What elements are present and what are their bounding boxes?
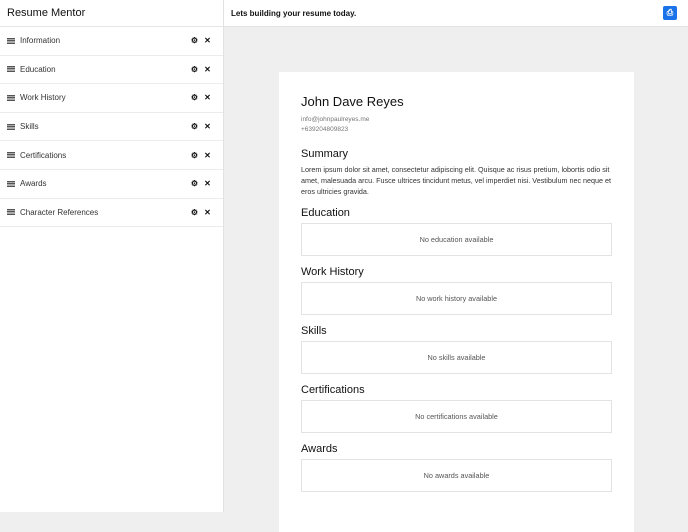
- top-bar: Lets building your resume today. ⎙: [224, 0, 688, 27]
- certifications-heading: Certifications: [301, 384, 365, 396]
- summary-text: Lorem ipsum dolor sit amet, consectetur …: [301, 165, 612, 196]
- empty-message: No awards available: [423, 471, 490, 480]
- app-title: Resume Mentor: [0, 0, 223, 27]
- print-button[interactable]: ⎙: [663, 6, 677, 20]
- drag-handle-icon[interactable]: [7, 180, 15, 187]
- gear-icon[interactable]: ⚙: [188, 36, 201, 45]
- education-empty-box: No education available: [301, 223, 612, 256]
- sidebar-item-work-history[interactable]: Work History ⚙ ✕: [0, 84, 223, 113]
- sidebar-item-label: Certifications: [20, 150, 67, 160]
- welcome-message: Lets building your resume today.: [231, 8, 357, 18]
- sidebar-item-awards[interactable]: Awards ⚙ ✕: [0, 170, 223, 199]
- close-icon[interactable]: ✕: [201, 151, 214, 160]
- sidebar-item-information[interactable]: Information ⚙ ✕: [0, 27, 223, 56]
- sidebar-item-label: Character References: [20, 207, 99, 217]
- sidebar-item-label: Awards: [20, 179, 47, 189]
- close-icon[interactable]: ✕: [201, 122, 214, 131]
- empty-message: No education available: [419, 235, 494, 244]
- certifications-empty-box: No certifications available: [301, 400, 612, 433]
- skills-heading: Skills: [301, 325, 327, 337]
- awards-heading: Awards: [301, 443, 338, 455]
- awards-empty-box: No awards available: [301, 459, 612, 492]
- resume-phone: +639204809823: [301, 125, 349, 133]
- gear-icon[interactable]: ⚙: [188, 151, 201, 160]
- gear-icon[interactable]: ⚙: [188, 208, 201, 217]
- sidebar-item-skills[interactable]: Skills ⚙ ✕: [0, 113, 223, 142]
- sidebar-item-label: Information: [20, 36, 61, 46]
- drag-handle-icon[interactable]: [7, 66, 15, 73]
- sidebar-item-character-references[interactable]: Character References ⚙ ✕: [0, 199, 223, 228]
- close-icon[interactable]: ✕: [201, 179, 214, 188]
- gear-icon[interactable]: ⚙: [188, 122, 201, 131]
- close-icon[interactable]: ✕: [201, 65, 214, 74]
- sidebar-item-education[interactable]: Education ⚙ ✕: [0, 56, 223, 85]
- sidebar-item-label: Work History: [20, 93, 66, 103]
- work-history-heading: Work History: [301, 266, 364, 278]
- education-heading: Education: [301, 207, 350, 219]
- gear-icon[interactable]: ⚙: [188, 65, 201, 74]
- sidebar: Resume Mentor Information ⚙ ✕ Education …: [0, 0, 224, 512]
- print-icon: ⎙: [666, 8, 674, 17]
- empty-message: No skills available: [427, 353, 486, 362]
- resume-name: John Dave Reyes: [301, 94, 404, 109]
- gear-icon[interactable]: ⚙: [188, 93, 201, 102]
- close-icon[interactable]: ✕: [201, 36, 214, 45]
- drag-handle-icon[interactable]: [7, 37, 15, 44]
- sidebar-item-label: Skills: [20, 122, 39, 132]
- sidebar-item-certifications[interactable]: Certifications ⚙ ✕: [0, 141, 223, 170]
- empty-message: No work history available: [415, 294, 498, 303]
- drag-handle-icon[interactable]: [7, 152, 15, 159]
- close-icon[interactable]: ✕: [201, 208, 214, 217]
- empty-message: No certifications available: [415, 412, 498, 421]
- sidebar-item-label: Education: [20, 64, 56, 74]
- close-icon[interactable]: ✕: [201, 93, 214, 102]
- resume-preview: John Dave Reyes info@johnpaulreyes.me +6…: [279, 72, 634, 532]
- skills-empty-box: No skills available: [301, 341, 612, 374]
- gear-icon[interactable]: ⚙: [188, 179, 201, 188]
- drag-handle-icon[interactable]: [7, 123, 15, 130]
- summary-heading: Summary: [301, 148, 349, 160]
- drag-handle-icon[interactable]: [7, 94, 15, 101]
- drag-handle-icon[interactable]: [7, 209, 15, 216]
- work-history-empty-box: No work history available: [301, 282, 612, 315]
- resume-email: info@johnpaulreyes.me: [301, 116, 370, 123]
